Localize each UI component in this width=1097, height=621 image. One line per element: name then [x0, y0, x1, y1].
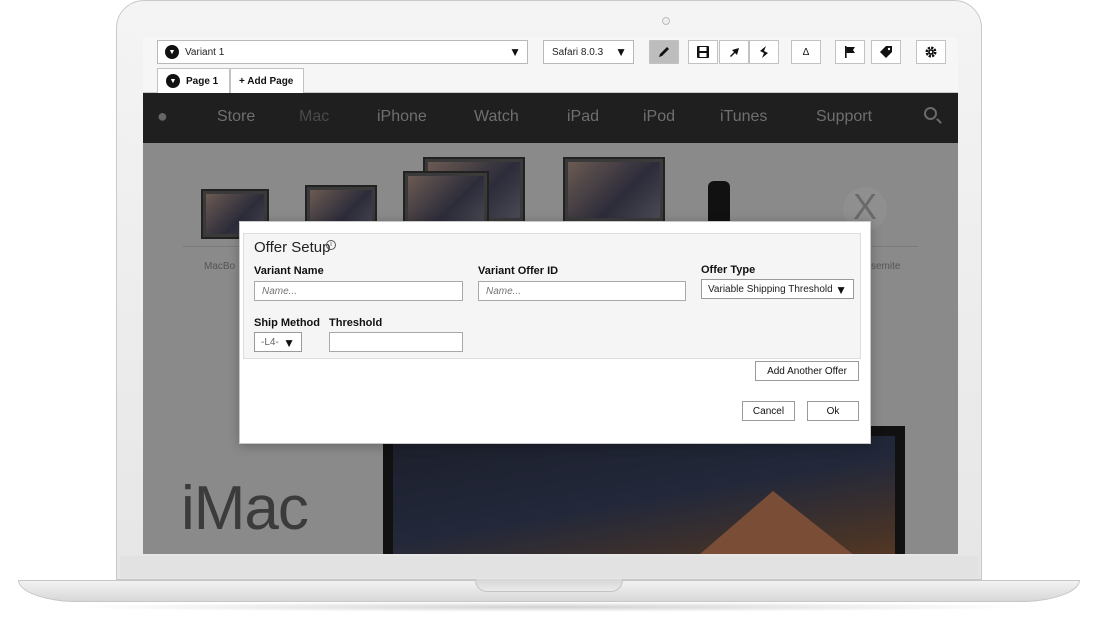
save-button[interactable]: [688, 40, 718, 64]
ship-method-label: Ship Method: [254, 317, 320, 329]
nav-item-mac[interactable]: Mac: [299, 108, 329, 126]
variant-select[interactable]: ▼ Variant 1 ▼: [157, 40, 528, 64]
tab-page-1-label: Page 1: [186, 75, 219, 87]
product-imac[interactable]: [563, 157, 665, 223]
share-button[interactable]: [749, 40, 779, 64]
nav-item-ipad[interactable]: iPad: [567, 108, 599, 126]
dialog-title: Offer Setup: [254, 239, 331, 256]
ok-button[interactable]: Ok: [807, 401, 859, 421]
gear-icon: [925, 46, 937, 58]
settings-button[interactable]: [916, 40, 946, 64]
pencil-icon: [659, 47, 669, 57]
dropdown-arrow-icon: ▼: [615, 45, 627, 59]
laptop-screen: ▼ Variant 1 ▼ Safari 8.0.3 ▼ Δ ▼ Page 1 …: [143, 37, 958, 554]
imac-hero-image: [383, 426, 905, 554]
ship-method-select[interactable]: -L4- ▼: [254, 332, 302, 352]
cancel-button[interactable]: Cancel: [742, 401, 795, 421]
dropdown-arrow-icon: ▼: [283, 336, 295, 350]
share-icon: [760, 46, 768, 58]
hero-title: iMac: [181, 474, 309, 543]
mountain-shape: [663, 491, 893, 554]
tab-page-1[interactable]: ▼ Page 1: [157, 68, 230, 93]
variant-name-input[interactable]: [254, 281, 463, 301]
variant-name-label: Variant Name: [254, 265, 324, 277]
nav-item-store[interactable]: Store: [217, 108, 255, 126]
threshold-input[interactable]: [329, 332, 463, 352]
camera: [662, 17, 670, 25]
add-page-button[interactable]: + Add Page: [230, 68, 304, 93]
chevron-down-icon: ▼: [166, 74, 180, 88]
tag-button[interactable]: [871, 40, 901, 64]
delta-button[interactable]: Δ: [791, 40, 821, 64]
add-page-label: + Add Page: [239, 75, 294, 87]
delta-label: Δ: [802, 46, 810, 58]
variant-select-label: Variant 1: [185, 46, 225, 58]
dropdown-arrow-icon: ▼: [509, 45, 521, 59]
laptop-chin: [120, 556, 978, 578]
product-label-right: semite: [871, 261, 901, 272]
laptop-shadow: [60, 602, 1040, 612]
flag-icon: [845, 46, 855, 58]
browser-select-label: Safari 8.0.3: [552, 46, 604, 58]
tag-icon: [880, 46, 892, 58]
search-icon[interactable]: [924, 107, 937, 120]
edit-button[interactable]: [649, 40, 679, 64]
nav-item-itunes[interactable]: iTunes: [720, 108, 767, 126]
offer-setup-dialog: Offer Setup i Variant Name Variant Offer…: [239, 221, 871, 444]
save-icon: [697, 46, 709, 58]
offer-id-label: Variant Offer ID: [478, 265, 559, 277]
offer-type-value: Variable Shipping Threshold: [708, 283, 833, 295]
apple-logo-icon: ●: [157, 106, 168, 126]
threshold-label: Threshold: [329, 317, 383, 329]
browser-select[interactable]: Safari 8.0.3 ▼: [543, 40, 634, 64]
chevron-down-icon: ▼: [165, 45, 179, 59]
product-label-left: MacBo: [204, 261, 236, 272]
nav-item-ipod[interactable]: iPod: [643, 108, 675, 126]
laptop-notch: [475, 579, 623, 592]
nav-item-iphone[interactable]: iPhone: [377, 108, 427, 126]
offer-id-input[interactable]: [478, 281, 686, 301]
ship-method-value: -L4-: [261, 336, 279, 348]
redo-button[interactable]: [719, 40, 749, 64]
info-icon[interactable]: i: [326, 240, 336, 250]
offer-panel: Offer Setup i Variant Name Variant Offer…: [243, 233, 861, 359]
redo-icon: [730, 48, 739, 57]
editor-toolbar: ▼ Variant 1 ▼ Safari 8.0.3 ▼ Δ: [143, 37, 958, 67]
dropdown-arrow-icon: ▼: [835, 283, 847, 297]
offer-type-select[interactable]: Variable Shipping Threshold ▼: [701, 279, 854, 299]
add-another-offer-button[interactable]: Add Another Offer: [755, 361, 859, 381]
product-mac-pro[interactable]: [708, 181, 730, 221]
site-nav: ● Store Mac iPhone Watch iPad iPod iTune…: [143, 93, 958, 143]
nav-item-support[interactable]: Support: [816, 108, 872, 126]
offer-type-label: Offer Type: [701, 264, 756, 276]
nav-item-watch[interactable]: Watch: [474, 108, 519, 126]
page-tabs: ▼ Page 1 + Add Page: [143, 67, 958, 93]
flag-button[interactable]: [835, 40, 865, 64]
